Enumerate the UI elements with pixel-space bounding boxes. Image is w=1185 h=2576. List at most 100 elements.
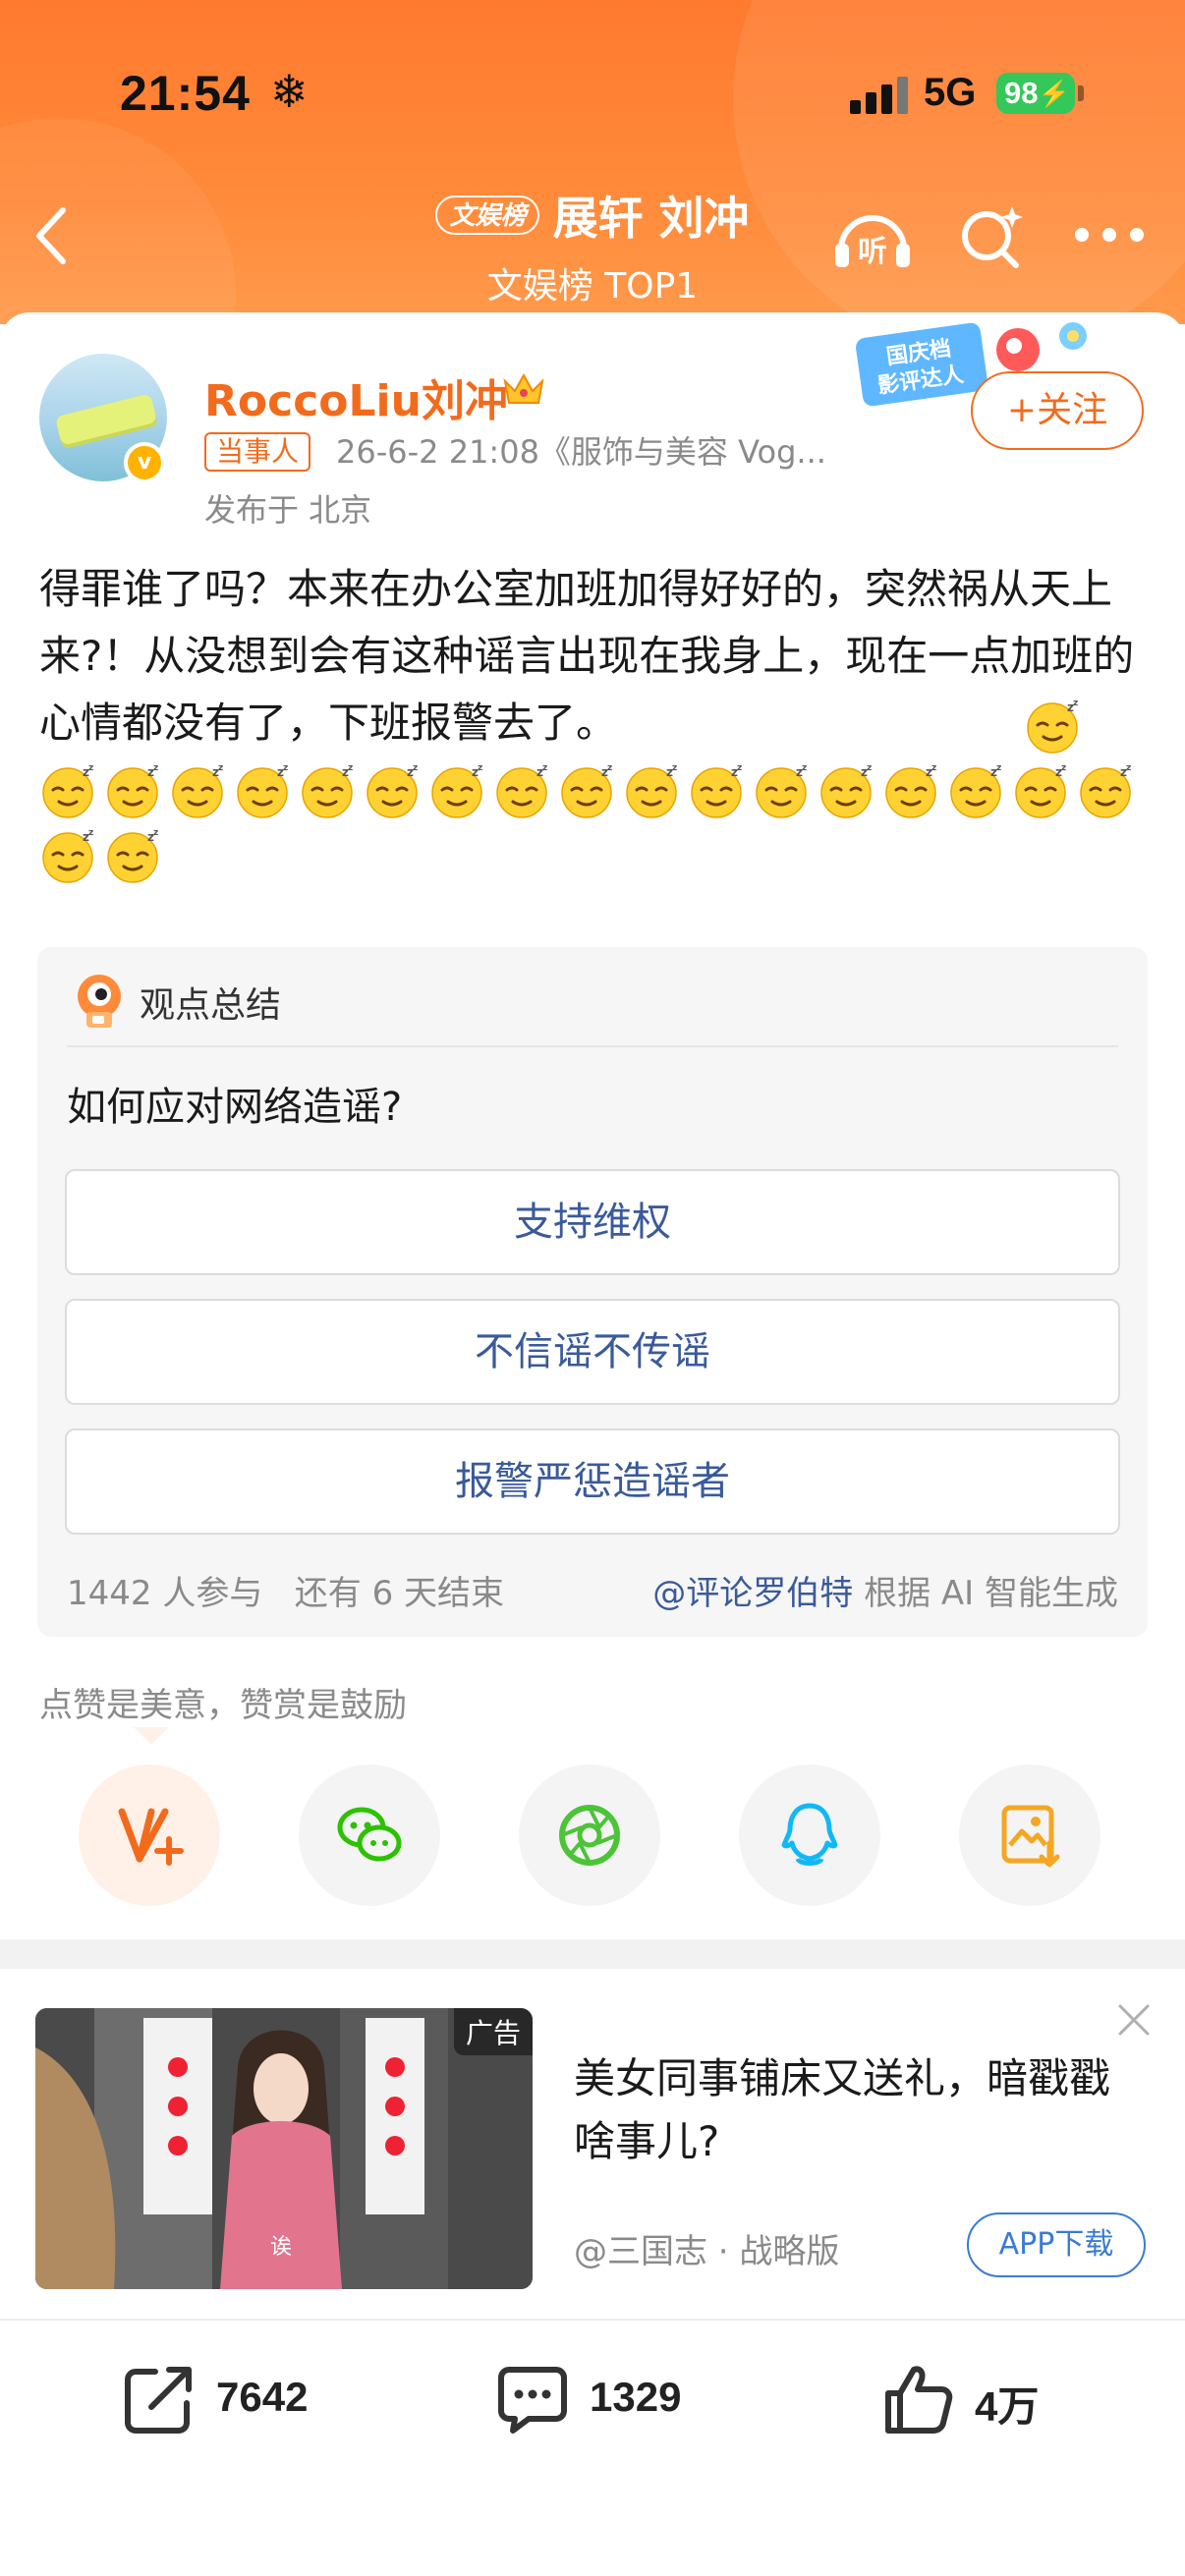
username[interactable]: RoccoLiu刘冲 [204, 365, 508, 428]
svg-text:z: z [1073, 699, 1078, 708]
comment-button[interactable]: 1329 [495, 2348, 731, 2446]
like-button[interactable]: 4万 [880, 2348, 1077, 2446]
poll-credit-text: 根据 AI 智能生成 [864, 1574, 1118, 1613]
post-location: 发布于 北京 [204, 491, 372, 529]
role-tag: 当事人 [204, 432, 311, 472]
ad-label: 广告 [453, 2008, 533, 2055]
sleepy-face-emoji: zz [561, 763, 612, 818]
share-moments-button[interactable] [519, 1764, 660, 1906]
sleepy-face-emoji: zz [756, 763, 807, 818]
ad-source: @三国志 · 战略版 [574, 2232, 840, 2271]
sleepy-face-emoji: zz [1027, 699, 1078, 754]
svg-text:z: z [996, 763, 1001, 773]
svg-text:z: z [802, 763, 807, 773]
sleepy-face-emoji: zz [302, 763, 353, 818]
svg-text:z: z [218, 763, 223, 773]
sleepy-face-emoji: zz [691, 763, 742, 818]
poll-credit-link[interactable]: @评论罗伯特 [652, 1574, 853, 1613]
poll-question: 如何应对网络造谣? [67, 1085, 403, 1130]
search-button[interactable] [957, 202, 1026, 271]
reward-icon [118, 1808, 184, 1866]
sleepy-face-emoji: zz [431, 763, 482, 818]
topic-title-block[interactable]: 文娱榜 展轩 刘冲 文娱榜 TOP1 [354, 183, 831, 307]
ad-caption: 诶 [270, 2235, 292, 2260]
svg-text:z: z [867, 763, 872, 773]
listen-label: 听 [858, 235, 887, 269]
save-image-icon [1001, 1805, 1060, 1868]
app-download-button[interactable]: APP下载 [967, 2212, 1146, 2277]
ai-search-icon [962, 206, 1023, 268]
battery-icon: 98 ⚡ [996, 73, 1075, 114]
ad-close-button[interactable] [1114, 2000, 1154, 2040]
more-button[interactable] [1075, 228, 1146, 248]
svg-text:z: z [88, 763, 93, 773]
svg-text:z: z [1126, 763, 1131, 773]
sleepy-face-emoji: zz [1015, 763, 1066, 818]
sleepy-face-emoji: zz [1080, 763, 1131, 818]
battery-cap [1078, 85, 1084, 101]
repost-icon [125, 2367, 192, 2434]
sleepy-face-emoji: zz [42, 763, 93, 818]
sleepy-face-emoji: zz [367, 763, 418, 818]
sleepy-face-emoji: zz [172, 763, 223, 818]
reward-button[interactable] [79, 1764, 220, 1906]
sleepy-face-emoji: zz [950, 763, 1001, 818]
share-wechat-button[interactable] [299, 1764, 440, 1906]
back-button[interactable] [28, 204, 77, 267]
ad-title[interactable]: 美女同事铺床又送礼，暗戳戳啥事儿? [574, 2047, 1124, 2173]
svg-text:z: z [607, 763, 612, 773]
svg-text:z: z [88, 828, 93, 838]
poll-header: 观点总结 [140, 985, 282, 1026]
svg-text:z: z [1061, 763, 1066, 773]
share-qq-button[interactable] [739, 1764, 880, 1906]
topic-rank: 文娱榜 TOP1 [486, 266, 699, 307]
svg-text:z: z [672, 763, 677, 773]
reward-hint: 点赞是美意，赞赏是鼓励 [39, 1686, 407, 1725]
sleepy-face-emoji: zz [107, 763, 158, 818]
crown-icon [503, 372, 544, 404]
comment-count: 1329 [590, 2374, 682, 2420]
listen-button[interactable]: 听 [831, 202, 914, 273]
qq-icon [781, 1803, 838, 1866]
follow-button[interactable]: +关注 [971, 371, 1144, 450]
tip-arrow [134, 1727, 169, 1745]
status-bar: 21:54 ❄ 5G 98 ⚡ [0, 0, 1185, 192]
repost-count: 7642 [216, 2374, 309, 2420]
chevron-left-icon [36, 207, 66, 264]
topic-title: 展轩 刘冲 [552, 192, 750, 245]
snowflake-icon: ❄ [270, 65, 309, 118]
svg-text:z: z [478, 763, 482, 773]
svg-text:z: z [153, 763, 158, 773]
divider [67, 1045, 1118, 1047]
ai-mascot-icon [78, 975, 121, 1028]
status-time: 21:54 [120, 66, 251, 121]
battery-level: 98 [1004, 76, 1039, 110]
charging-icon: ⚡ [1038, 79, 1070, 108]
poll-credit: @评论罗伯特 根据 AI 智能生成 [652, 1566, 1118, 1614]
post-meta[interactable]: 26-6-2 21:08《服饰与美容 Vog... [336, 432, 826, 472]
sleepy-face-emoji: zz [237, 763, 288, 818]
post-text: 得罪谁了吗？本来在办公室加班加得好好的，突然祸从天上来?！从没想到会有这种谣言出… [39, 565, 1135, 747]
sleepy-face-emoji: zz [820, 763, 872, 818]
ad-image[interactable]: 诶 广告 [35, 2008, 533, 2289]
svg-text:z: z [413, 763, 418, 773]
svg-text:z: z [542, 763, 547, 773]
signal-icon [850, 77, 909, 114]
opinion-poll: 观点总结 如何应对网络造谣? 支持维权 不信谣不传谣 报警严惩造谣者 1442 … [37, 947, 1148, 1637]
repost-button[interactable]: 7642 [122, 2348, 358, 2446]
avatar-image [54, 393, 158, 446]
svg-text:z: z [931, 763, 936, 773]
save-image-button[interactable] [959, 1764, 1100, 1906]
moments-icon [559, 1805, 620, 1866]
poll-option-3[interactable]: 报警严惩造谣者 [65, 1428, 1120, 1535]
verified-badge-icon: v [124, 442, 165, 483]
poll-participants: 1442 人参与 [67, 1574, 263, 1613]
poll-option-1[interactable]: 支持维权 [65, 1169, 1120, 1275]
sleepy-face-emoji: zz [626, 763, 677, 818]
sleepy-face-emoji: zz [107, 828, 158, 883]
poll-option-2[interactable]: 不信谣不传谣 [65, 1299, 1120, 1405]
poll-stats: 1442 人参与 还有 6 天结束 [67, 1566, 504, 1614]
section-separator [0, 1939, 1185, 1969]
sleepy-face-emoji: zz [496, 763, 547, 818]
svg-text:z: z [283, 763, 288, 773]
